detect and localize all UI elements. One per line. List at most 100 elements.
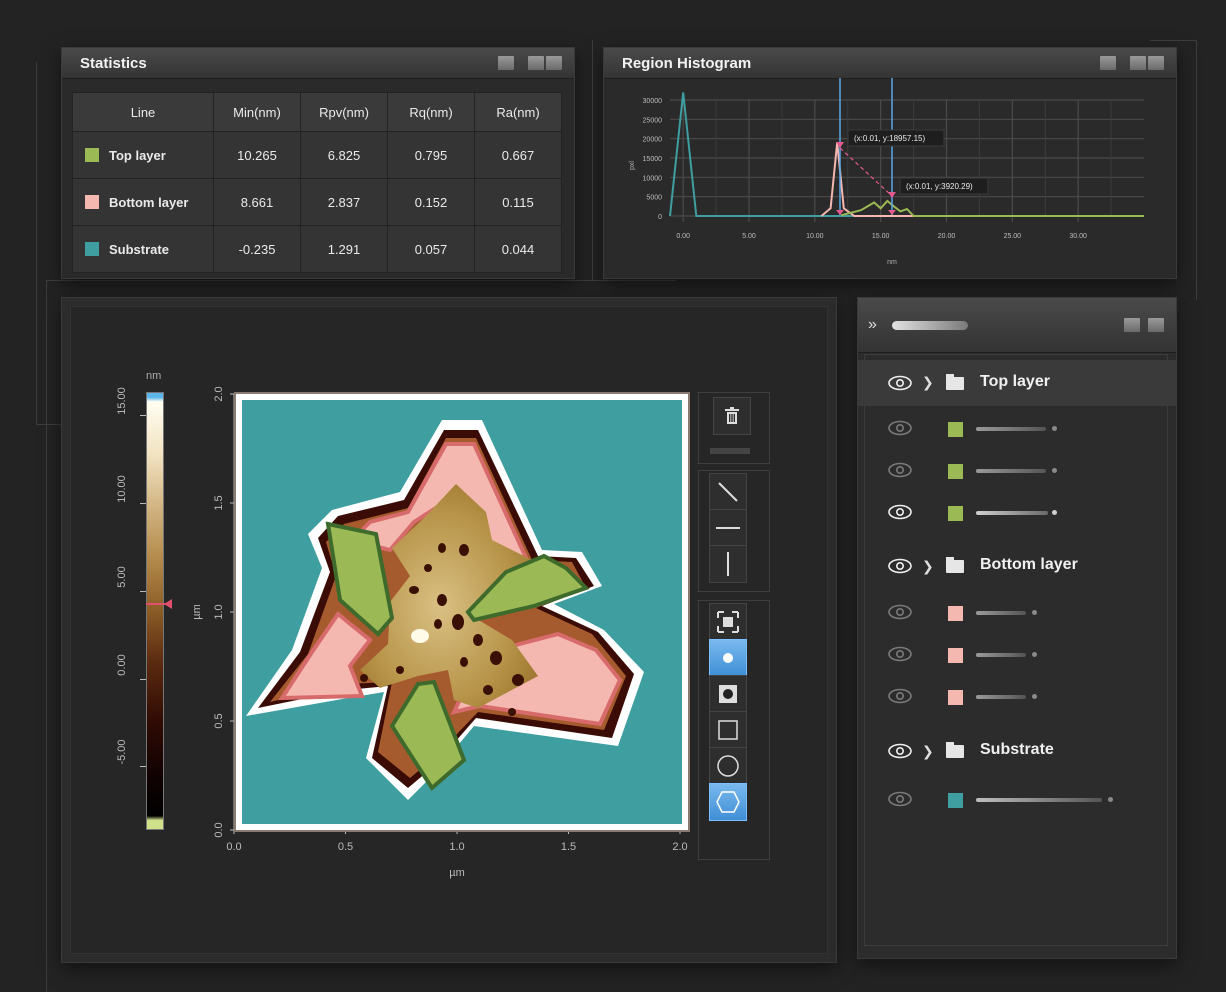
horizontal-line-tool[interactable] bbox=[710, 510, 746, 546]
eye-icon[interactable] bbox=[888, 688, 912, 704]
eye-icon[interactable] bbox=[888, 791, 912, 807]
layer-dot bbox=[1032, 694, 1037, 699]
circle-tool[interactable] bbox=[710, 748, 746, 784]
chevron-down-icon[interactable]: ❯ bbox=[922, 558, 934, 575]
rectangle-tool[interactable] bbox=[710, 712, 746, 748]
layer-item[interactable] bbox=[858, 634, 1176, 674]
x-tick-label: 25.00 bbox=[1004, 233, 1022, 240]
mask-tool[interactable] bbox=[710, 676, 746, 712]
x-tick-label: 5.00 bbox=[742, 233, 756, 240]
cell-rpv: 1.291 bbox=[300, 225, 388, 273]
minimize-button[interactable] bbox=[498, 56, 514, 70]
minimize-button[interactable] bbox=[1100, 56, 1116, 70]
polygon-tool[interactable] bbox=[710, 784, 746, 820]
layer-item[interactable] bbox=[858, 492, 1176, 532]
layer-group-label: Bottom layer bbox=[980, 556, 1078, 573]
close-button[interactable] bbox=[1148, 56, 1164, 70]
layer-color-swatch bbox=[948, 464, 963, 479]
eye-icon[interactable] bbox=[888, 420, 912, 436]
close-button[interactable] bbox=[546, 56, 562, 70]
image-viewer-panel: nm 15.00 10.00 5.00 0.00 -5.00 0.0 0.5 1.0 1.5 2… bbox=[62, 298, 836, 962]
y-tick-label: 20000 bbox=[643, 137, 663, 144]
x-tick-label: 0.0 bbox=[226, 841, 241, 853]
y-tick-label: 0 bbox=[658, 214, 662, 221]
folder-icon bbox=[946, 742, 964, 758]
eye-icon[interactable] bbox=[888, 646, 912, 662]
diagonal-line-tool[interactable] bbox=[710, 474, 746, 510]
layer-dot bbox=[1032, 652, 1037, 657]
x-tick-label: 1.0 bbox=[449, 841, 464, 853]
eye-icon[interactable] bbox=[888, 558, 912, 574]
layer-group-top[interactable]: ❯ Top layer bbox=[858, 360, 1176, 406]
layer-item[interactable] bbox=[858, 779, 1176, 819]
y-tick-label: 1.5 bbox=[213, 495, 225, 510]
afm-image[interactable] bbox=[242, 400, 682, 824]
colorbar-tick-label: 10.00 bbox=[116, 474, 128, 503]
eye-icon[interactable] bbox=[888, 743, 912, 759]
guide-line bbox=[46, 280, 676, 281]
colorbar-marker-arrow bbox=[164, 599, 172, 609]
chevron-down-icon[interactable]: ❯ bbox=[922, 743, 934, 760]
delete-button[interactable] bbox=[714, 398, 750, 434]
y-axis-label: µm bbox=[192, 604, 203, 620]
color-swatch bbox=[85, 241, 99, 256]
folder-icon bbox=[946, 374, 964, 390]
maximize-button[interactable] bbox=[1130, 56, 1146, 70]
histogram-x-label: nm bbox=[887, 259, 897, 266]
layer-group-label: Substrate bbox=[980, 741, 1054, 758]
colorbar[interactable] bbox=[146, 392, 164, 830]
layer-name-bar bbox=[976, 469, 1046, 473]
cell-ra: 0.115 bbox=[474, 178, 562, 226]
color-swatch bbox=[85, 147, 99, 162]
y-tick-label: 5000 bbox=[646, 195, 662, 202]
statistics-table: Line Min(nm) Rpv(nm) Rq(nm) Ra(nm) Top l… bbox=[72, 92, 562, 273]
layer-item[interactable] bbox=[858, 408, 1176, 448]
layers-header: » bbox=[858, 298, 1176, 353]
layer-name-bar bbox=[976, 611, 1026, 615]
colorbar-tick-label: 15.00 bbox=[116, 387, 128, 415]
maximize-button[interactable] bbox=[1124, 318, 1140, 332]
eye-icon[interactable] bbox=[888, 462, 912, 478]
layer-item[interactable] bbox=[858, 450, 1176, 490]
x-tick-label: 30.00 bbox=[1069, 233, 1087, 240]
layer-color-swatch bbox=[948, 793, 963, 808]
eye-icon[interactable] bbox=[888, 375, 912, 391]
x-tick-label: 0.5 bbox=[338, 841, 353, 853]
table-row[interactable]: Bottom layer 8.661 2.837 0.152 0.115 bbox=[72, 178, 562, 226]
close-button[interactable] bbox=[1148, 318, 1164, 332]
y-tick-label: 1.0 bbox=[213, 604, 225, 619]
maximize-button[interactable] bbox=[528, 56, 544, 70]
y-tick-label: 25000 bbox=[643, 117, 663, 124]
colorbar-tick-label: 0.00 bbox=[116, 653, 128, 676]
colorbar-tick-label: 5.00 bbox=[116, 565, 128, 588]
vertical-line-tool[interactable] bbox=[710, 546, 746, 582]
x-axis-label: µm bbox=[449, 867, 465, 879]
layer-item[interactable] bbox=[858, 592, 1176, 632]
color-swatch bbox=[85, 194, 99, 209]
histogram-header: Region Histogram bbox=[604, 48, 1176, 79]
layer-group-bottom[interactable]: ❯ Bottom layer bbox=[858, 546, 1176, 586]
chevron-down-icon[interactable]: ❯ bbox=[922, 374, 934, 391]
diagonal-line-icon bbox=[718, 482, 738, 502]
series-line[interactable] bbox=[669, 92, 1144, 217]
layer-name-bar bbox=[976, 695, 1026, 699]
eye-icon[interactable] bbox=[888, 504, 912, 520]
column-header: Line bbox=[72, 92, 214, 132]
table-row[interactable]: Substrate -0.235 1.291 0.057 0.044 bbox=[72, 225, 562, 273]
layer-item[interactable] bbox=[858, 676, 1176, 716]
table-header-row: Line Min(nm) Rpv(nm) Rq(nm) Ra(nm) bbox=[72, 92, 562, 132]
histogram-chart[interactable]: 30000 25000 20000 15000 10000 5000 0 0.00 5.00 10… bbox=[604, 78, 1176, 278]
table-row[interactable]: Top layer 10.265 6.825 0.795 0.667 bbox=[72, 131, 562, 179]
eye-icon[interactable] bbox=[888, 604, 912, 620]
y-tick-label: 2.0 bbox=[213, 386, 225, 401]
cell-rq: 0.152 bbox=[387, 178, 475, 226]
horizontal-line-icon bbox=[716, 527, 740, 529]
point-tool[interactable] bbox=[710, 640, 746, 676]
fit-tool[interactable] bbox=[710, 604, 746, 640]
series-line[interactable] bbox=[840, 199, 1144, 217]
collapse-panel-icon[interactable]: » bbox=[868, 316, 877, 334]
colorbar-tick bbox=[140, 678, 146, 680]
afm-image-frame[interactable] bbox=[234, 392, 690, 832]
statistics-title: Statistics bbox=[80, 55, 147, 72]
layer-group-substrate[interactable]: ❯ Substrate bbox=[858, 731, 1176, 771]
